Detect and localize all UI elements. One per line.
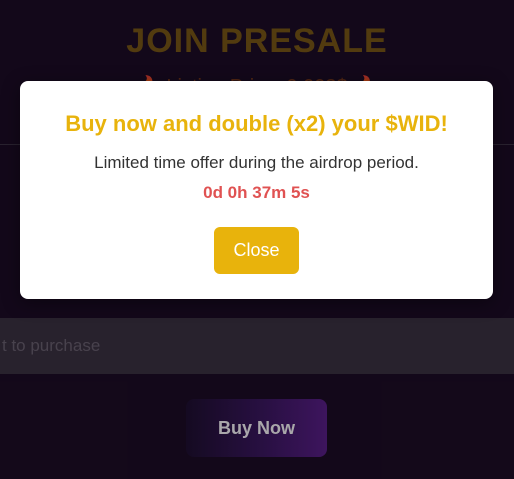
- countdown-timer: 0d 0h 37m 5s: [203, 183, 310, 202]
- modal-title: Buy now and double (x2) your $WID!: [65, 111, 448, 136]
- close-button[interactable]: Close: [214, 227, 299, 274]
- modal-description: Limited time offer during the airdrop pe…: [94, 153, 419, 172]
- promo-modal: Buy now and double (x2) your $WID! Limit…: [20, 81, 493, 299]
